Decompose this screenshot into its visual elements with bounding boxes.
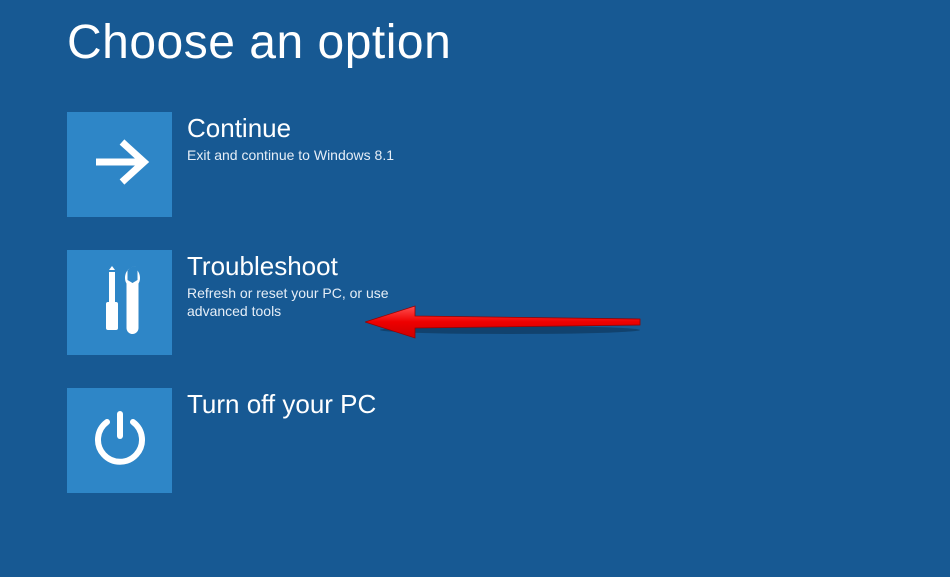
option-continue-description: Exit and continue to Windows 8.1 (187, 143, 394, 164)
page-title: Choose an option (0, 0, 950, 70)
option-continue[interactable]: Continue Exit and continue to Windows 8.… (67, 112, 567, 217)
option-turn-off-description (187, 419, 376, 422)
option-troubleshoot-title: Troubleshoot (187, 250, 407, 281)
option-troubleshoot-iconbox (67, 250, 172, 355)
option-turn-off-text: Turn off your PC (172, 388, 376, 422)
tools-icon (91, 266, 149, 339)
option-continue-title: Continue (187, 112, 394, 143)
power-icon (90, 408, 150, 473)
option-turn-off-title: Turn off your PC (187, 388, 376, 419)
option-troubleshoot[interactable]: Troubleshoot Refresh or reset your PC, o… (67, 250, 567, 355)
option-troubleshoot-description: Refresh or reset your PC, or use advance… (187, 281, 407, 320)
option-turn-off[interactable]: Turn off your PC (67, 388, 567, 493)
option-continue-text: Continue Exit and continue to Windows 8.… (172, 112, 394, 164)
arrow-right-icon (88, 130, 152, 199)
option-continue-iconbox (67, 112, 172, 217)
option-turn-off-iconbox (67, 388, 172, 493)
option-troubleshoot-text: Troubleshoot Refresh or reset your PC, o… (172, 250, 407, 320)
options-list: Continue Exit and continue to Windows 8.… (0, 70, 950, 493)
